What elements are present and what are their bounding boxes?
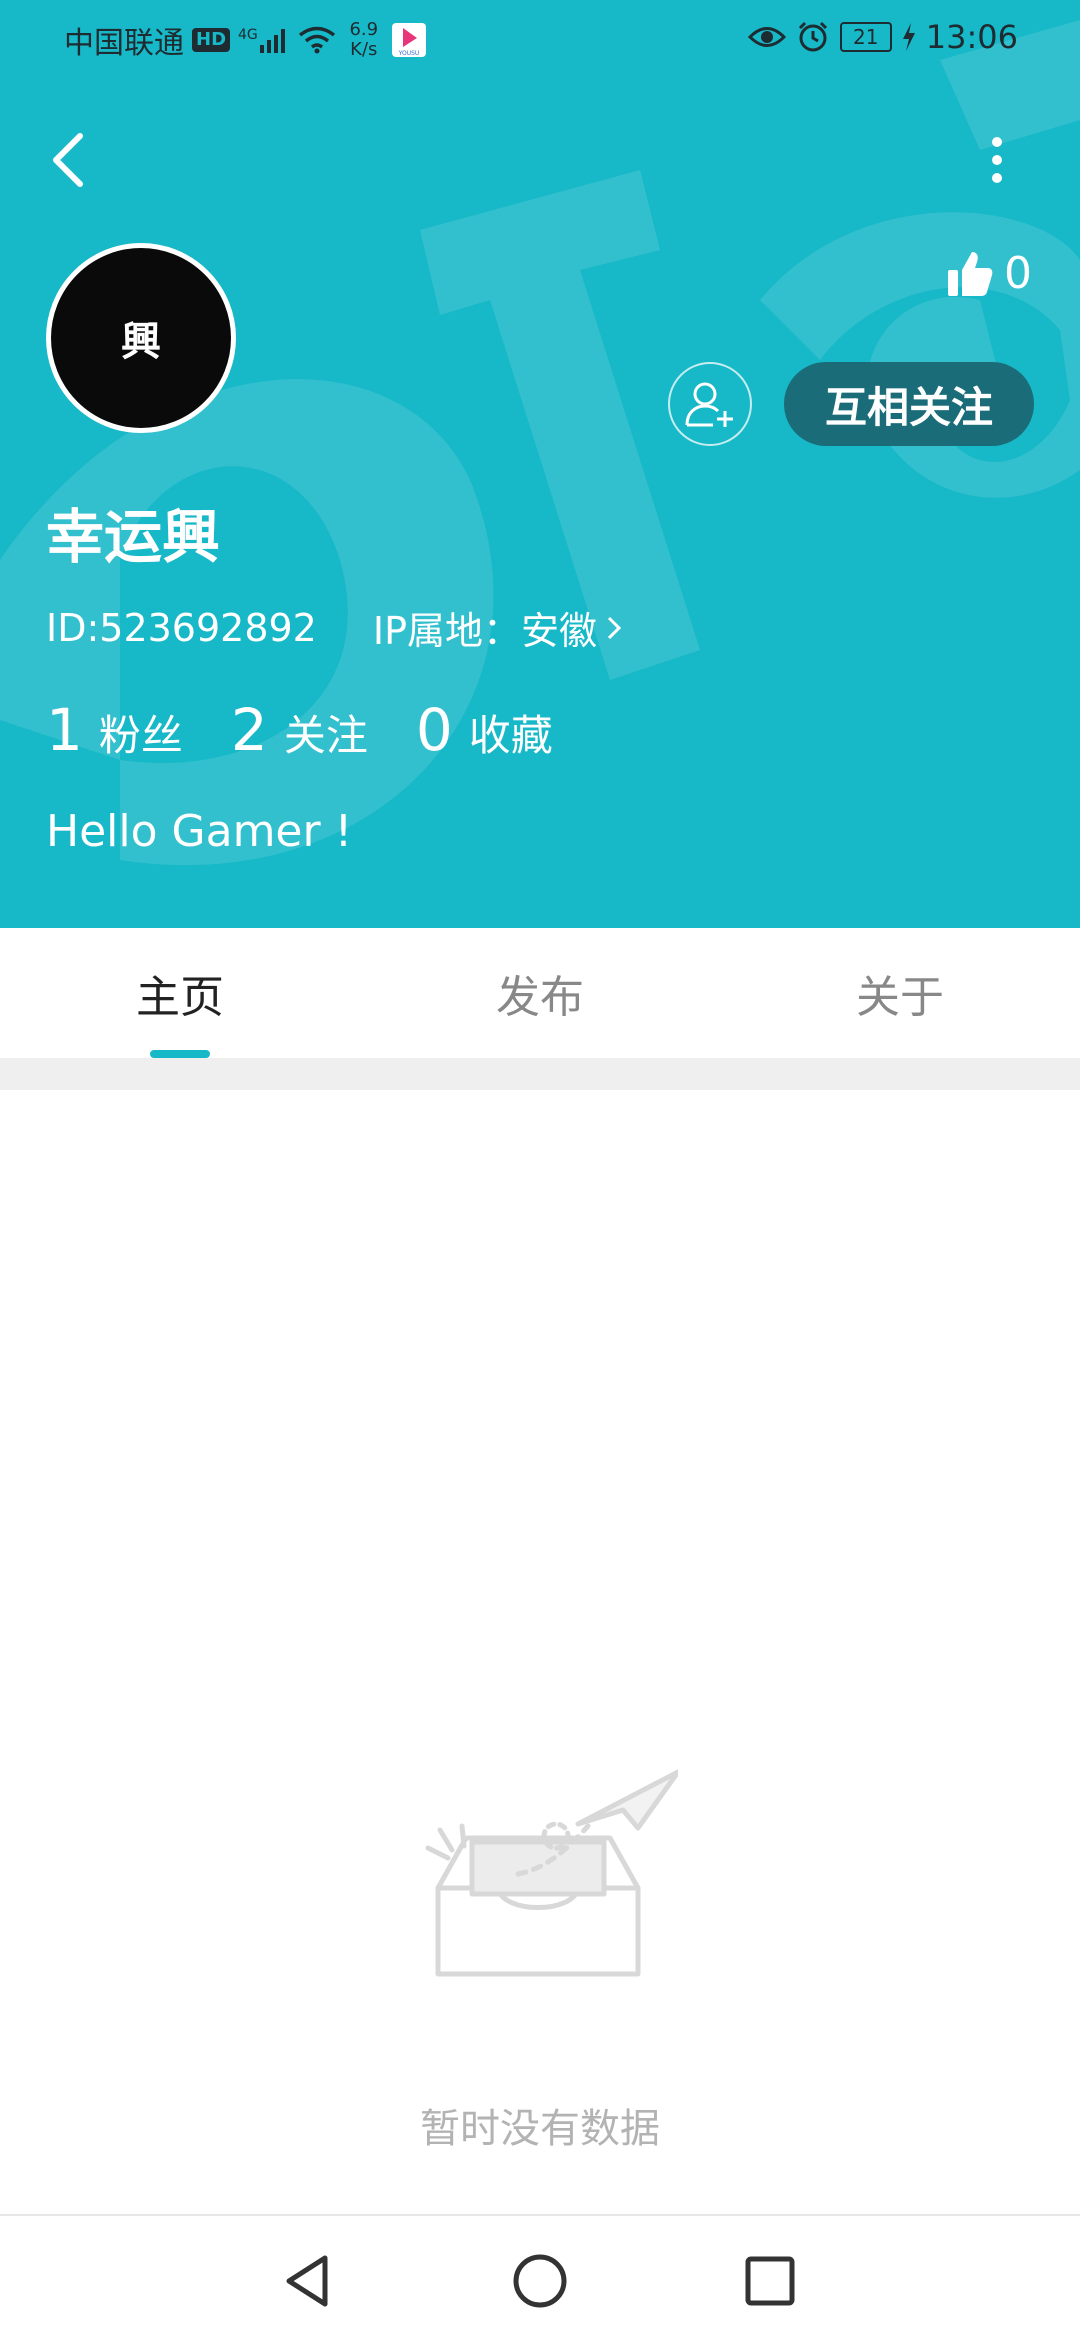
alarm-icon xyxy=(798,21,827,52)
tab-bar: 主页 发布 关于 xyxy=(0,928,1080,1060)
stat-favorites[interactable]: 0 收藏 xyxy=(416,696,553,764)
stat-followers[interactable]: 1 粉丝 xyxy=(46,696,183,764)
eye-icon xyxy=(747,27,786,47)
tab-home[interactable]: 主页 xyxy=(0,928,360,1058)
signal-4g-icon: 4G xyxy=(238,27,290,53)
user-info-line: ID:523692892 IP属地：安徽 xyxy=(46,600,623,655)
tab-posts[interactable]: 发布 xyxy=(360,928,720,1058)
mutual-follow-button[interactable]: 互相关注 xyxy=(784,362,1034,446)
user-id: ID:523692892 xyxy=(46,605,317,650)
speed-unit: K/s xyxy=(350,39,378,60)
hd-badge: HD xyxy=(192,28,231,52)
back-icon[interactable] xyxy=(46,128,90,192)
stat-following[interactable]: 2 关注 xyxy=(231,696,368,764)
app-badge-label: YOUSU xyxy=(397,50,419,57)
tab-about[interactable]: 关于 xyxy=(720,928,1080,1058)
add-friend-icon xyxy=(685,382,733,427)
watermark-background xyxy=(0,20,1080,866)
more-icon[interactable] xyxy=(982,132,1012,188)
speed-value: 6.9 xyxy=(349,19,379,40)
battery-indicator: 21 xyxy=(839,22,892,52)
status-bar: 中国联通 HD 4G 6.9 K/s YOUSU 21 13:06 xyxy=(0,0,1080,76)
clock: 13:06 xyxy=(925,18,1018,56)
username: 幸运興 xyxy=(46,503,221,571)
system-nav-bar xyxy=(0,2214,1080,2342)
likes-counter[interactable]: 0 xyxy=(946,248,1032,299)
wifi-icon xyxy=(298,26,335,54)
stat-number: 0 xyxy=(415,696,453,764)
stat-number: 2 xyxy=(230,696,268,764)
network-speed: 6.9 K/s xyxy=(344,20,384,60)
likes-count: 0 xyxy=(1004,248,1032,299)
stat-label: 粉丝 xyxy=(98,711,183,760)
ip-location-link[interactable]: IP属地：安徽 xyxy=(373,600,623,655)
empty-state-message: 暂时没有数据 xyxy=(420,2106,660,2152)
empty-inbox-icon xyxy=(425,1769,678,1977)
stats-row: 1 粉丝 2 关注 0 收藏 xyxy=(46,696,601,764)
stat-label: 收藏 xyxy=(468,711,553,760)
carrier-label: 中国联通 xyxy=(64,26,184,61)
nav-recents-icon[interactable] xyxy=(735,2246,805,2316)
nav-back-icon[interactable] xyxy=(275,2246,345,2316)
nav-home-icon[interactable] xyxy=(505,2246,575,2316)
stat-label: 关注 xyxy=(283,711,368,760)
charging-icon xyxy=(902,23,915,51)
section-divider xyxy=(0,1058,1080,1090)
add-friend-button[interactable] xyxy=(668,362,752,446)
ip-location: IP属地：安徽 xyxy=(372,609,597,653)
active-tab-indicator xyxy=(150,1050,210,1058)
profile-header: 中国联通 HD 4G 6.9 K/s YOUSU 21 13:06 0 興 互相… xyxy=(0,0,1080,928)
stat-number: 1 xyxy=(46,696,83,764)
chevron-right-icon xyxy=(607,616,622,639)
network-label: 4G xyxy=(238,27,258,43)
app-notification-icon: YOUSU xyxy=(391,23,426,57)
thumbs-up-icon xyxy=(948,251,993,296)
avatar[interactable]: 興 xyxy=(46,243,236,433)
avatar-char: 興 xyxy=(121,319,161,365)
bio: Hello Gamer ! xyxy=(46,806,353,857)
